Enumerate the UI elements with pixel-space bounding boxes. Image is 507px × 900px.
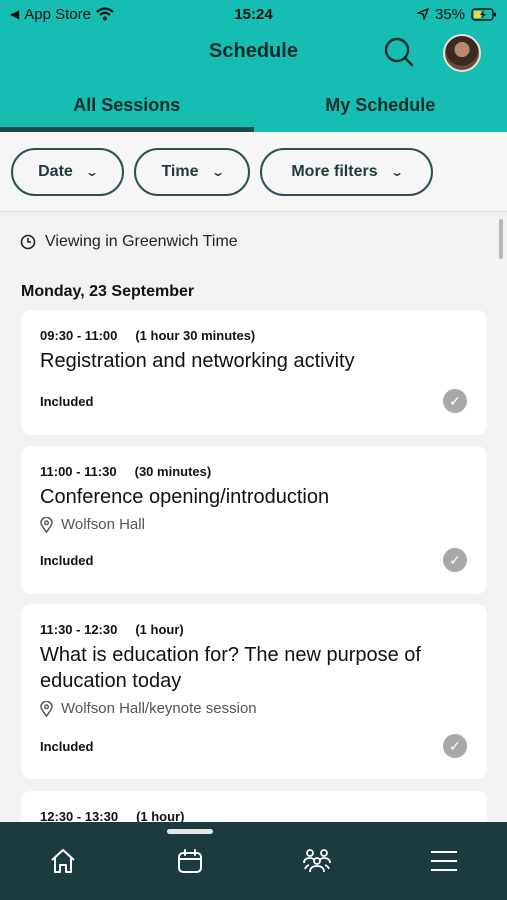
page-title: Schedule bbox=[209, 40, 298, 62]
time-filter-button[interactable]: Time ⌄ bbox=[134, 147, 250, 196]
avatar[interactable] bbox=[443, 34, 481, 72]
bottom-nav bbox=[0, 822, 507, 900]
menu-icon bbox=[430, 851, 457, 871]
nav-people[interactable] bbox=[254, 822, 381, 900]
session-time: 09:30 - 11:00 bbox=[40, 328, 118, 343]
session-card[interactable]: 11:30 - 12:30 (1 hour) What is education… bbox=[21, 604, 487, 779]
session-location: Wolfson Hall/keynote session bbox=[61, 700, 257, 717]
location-pin-icon bbox=[40, 700, 53, 717]
tab-all-sessions[interactable]: All Sessions bbox=[0, 78, 254, 132]
wifi-icon bbox=[96, 7, 114, 21]
session-title: What is education for? The new purpose o… bbox=[40, 644, 421, 692]
home-icon bbox=[51, 849, 76, 873]
more-filters-button[interactable]: More filters ⌄ bbox=[260, 147, 433, 196]
search-icon bbox=[384, 37, 414, 67]
session-location: Wolfson Hall bbox=[61, 516, 145, 533]
session-title: Registration and networking activity bbox=[40, 350, 355, 372]
chevron-down-icon: ⌄ bbox=[84, 164, 99, 179]
session-title: Conference opening/introduction bbox=[40, 486, 330, 508]
session-duration: (1 hour) bbox=[136, 809, 185, 823]
session-card[interactable]: 09:30 - 11:00 (1 hour 30 minutes) Regist… bbox=[21, 310, 487, 435]
date-heading: Monday, 23 September bbox=[21, 283, 195, 300]
chevron-down-icon: ⌄ bbox=[210, 164, 225, 179]
status-bar: ◀ App Store 15:24 35% bbox=[0, 0, 507, 28]
session-card[interactable]: 11:00 - 11:30 (30 minutes) Conference op… bbox=[21, 446, 487, 594]
calendar-icon bbox=[178, 849, 203, 873]
filter-bar: Date ⌄ Time ⌄ More filters ⌄ bbox=[0, 132, 507, 212]
back-to-app-store[interactable]: ◀ App Store bbox=[10, 6, 210, 23]
battery-percent: 35% bbox=[434, 5, 465, 23]
back-arrow-icon: ◀ bbox=[10, 7, 20, 21]
location-arrow-icon bbox=[416, 8, 429, 20]
session-duration: (1 hour 30 minutes) bbox=[135, 328, 256, 343]
check-icon[interactable]: ✓ bbox=[443, 389, 467, 413]
session-card[interactable]: 12:30 - 13:30 (1 hour) bbox=[21, 791, 487, 823]
timezone-label: Viewing in Greenwich Time bbox=[45, 233, 238, 250]
session-status: Included bbox=[40, 552, 94, 568]
more-filters-label: More filters bbox=[291, 162, 378, 180]
date-filter-button[interactable]: Date ⌄ bbox=[11, 147, 124, 196]
app-header: Schedule bbox=[0, 28, 507, 78]
tab-my-schedule[interactable]: My Schedule bbox=[254, 78, 507, 132]
search-button[interactable] bbox=[383, 36, 415, 68]
session-time: 11:00 - 11:30 bbox=[40, 464, 117, 479]
people-icon bbox=[302, 849, 331, 873]
check-icon[interactable]: ✓ bbox=[443, 548, 467, 572]
chevron-down-icon: ⌄ bbox=[389, 164, 404, 179]
clock-icon bbox=[20, 234, 36, 250]
date-filter-label: Date bbox=[38, 162, 73, 180]
session-status: Included bbox=[40, 393, 94, 409]
check-icon[interactable]: ✓ bbox=[443, 734, 467, 758]
scrollbar[interactable] bbox=[499, 219, 503, 259]
timezone-note: Viewing in Greenwich Time bbox=[20, 233, 238, 251]
session-time: 12:30 - 13:30 bbox=[40, 809, 119, 823]
time-filter-label: Time bbox=[161, 162, 199, 180]
nav-menu[interactable] bbox=[380, 822, 507, 900]
location-pin-icon bbox=[40, 516, 53, 533]
back-app-label: App Store bbox=[24, 5, 91, 23]
session-duration: (1 hour) bbox=[135, 622, 184, 637]
nav-schedule[interactable] bbox=[127, 822, 254, 900]
session-list[interactable]: Viewing in Greenwich Time Monday, 23 Sep… bbox=[0, 213, 507, 823]
tab-bar: All Sessions My Schedule bbox=[0, 78, 507, 132]
session-time: 11:30 - 12:30 bbox=[40, 622, 118, 637]
session-duration: (30 minutes) bbox=[134, 464, 212, 479]
nav-home[interactable] bbox=[0, 822, 127, 900]
battery-charging-icon bbox=[471, 7, 496, 21]
session-status: Included bbox=[40, 738, 94, 754]
